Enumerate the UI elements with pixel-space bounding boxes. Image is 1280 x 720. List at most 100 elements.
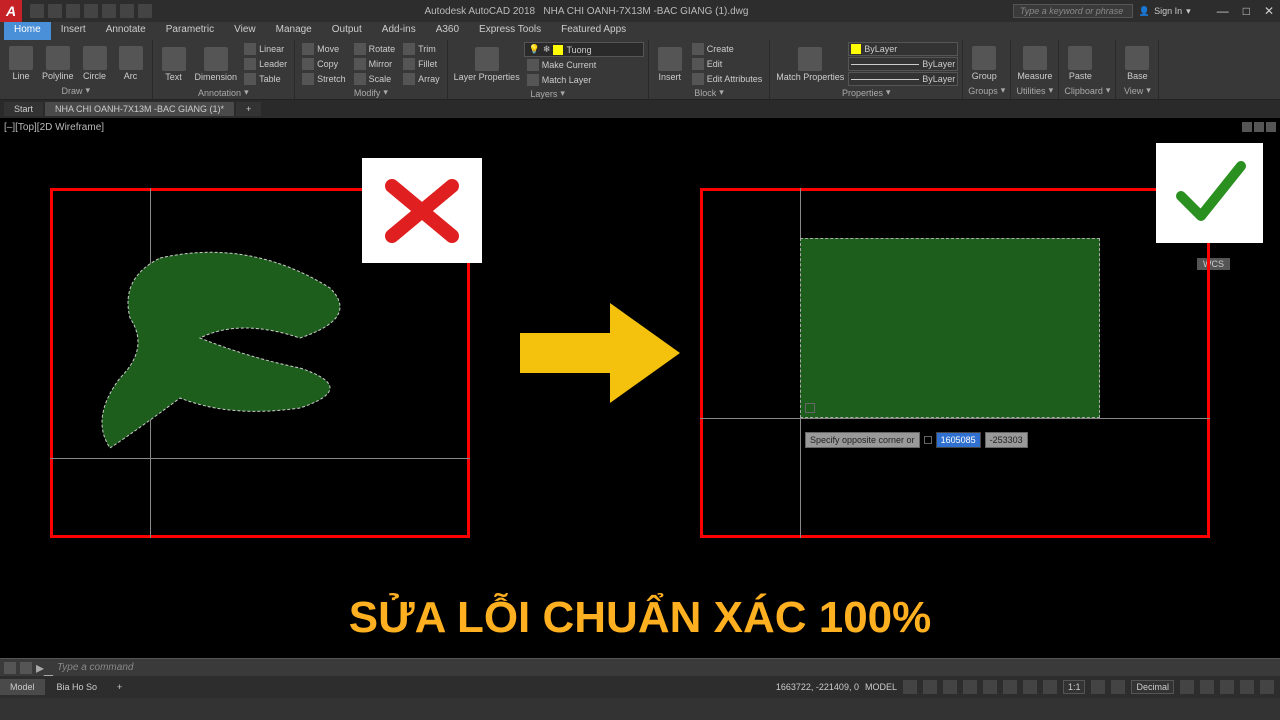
drawing-viewport[interactable]: [–][Top][2D Wireframe] WCS Specify oppos… xyxy=(0,118,1280,658)
help-search-input[interactable]: Type a keyword or phrase xyxy=(1013,4,1133,18)
grid-toggle-icon[interactable] xyxy=(903,680,917,694)
match-layer-button[interactable]: Match Layer xyxy=(524,73,644,87)
edit-attributes-button[interactable]: Edit Attributes xyxy=(689,72,766,86)
tab-a360[interactable]: A360 xyxy=(426,22,469,40)
linear-button[interactable]: Linear xyxy=(241,42,290,56)
cmd-config-icon[interactable] xyxy=(20,662,32,674)
polar-toggle-icon[interactable] xyxy=(963,680,977,694)
app-logo[interactable]: A xyxy=(0,0,22,22)
vp-max-icon[interactable] xyxy=(1254,122,1264,132)
color-dropdown[interactable]: ByLayer xyxy=(848,42,958,56)
add-layout-button[interactable]: + xyxy=(107,679,132,695)
hardware-accel-icon[interactable] xyxy=(1220,680,1234,694)
isolate-icon[interactable] xyxy=(1200,680,1214,694)
qat-open-icon[interactable] xyxy=(48,4,62,18)
command-line[interactable]: ▸_ Type a command xyxy=(0,658,1280,676)
panel-annotation-title[interactable]: Annotation▾ xyxy=(157,86,291,99)
leader-button[interactable]: Leader xyxy=(241,57,290,71)
layer-dropdown[interactable]: 💡❄Tuong xyxy=(524,42,644,57)
insert-button[interactable]: Insert xyxy=(653,45,687,84)
otrack-toggle-icon[interactable] xyxy=(1003,680,1017,694)
panel-utilities-title[interactable]: Utilities▾ xyxy=(1015,84,1054,97)
lwt-toggle-icon[interactable] xyxy=(1023,680,1037,694)
dyn-x-input[interactable]: 1605085 xyxy=(936,432,981,448)
scale-dropdown[interactable]: 1:1 xyxy=(1063,680,1086,694)
circle-button[interactable]: Circle xyxy=(78,44,112,83)
cleanscreen-icon[interactable] xyxy=(1240,680,1254,694)
close-button[interactable]: ✕ xyxy=(1264,4,1274,18)
transparency-toggle-icon[interactable] xyxy=(1043,680,1057,694)
layout-tab[interactable]: Bia Ho So xyxy=(47,679,108,695)
polyline-button[interactable]: Polyline xyxy=(40,44,76,83)
copy-button[interactable]: Copy xyxy=(299,57,349,71)
stretch-button[interactable]: Stretch xyxy=(299,72,349,86)
tab-express[interactable]: Express Tools xyxy=(469,22,551,40)
tab-parametric[interactable]: Parametric xyxy=(156,22,224,40)
panel-layers-title[interactable]: Layers▾ xyxy=(452,87,644,100)
table-button[interactable]: Table xyxy=(241,72,290,86)
file-tab[interactable]: NHA CHI OANH-7X13M -BAC GIANG (1)* xyxy=(45,102,234,116)
qat-undo-icon[interactable] xyxy=(120,4,134,18)
measure-button[interactable]: Measure xyxy=(1015,44,1054,83)
osnap-toggle-icon[interactable] xyxy=(983,680,997,694)
vp-min-icon[interactable] xyxy=(1242,122,1252,132)
qat-plot-icon[interactable] xyxy=(102,4,116,18)
qat-save-icon[interactable] xyxy=(66,4,80,18)
mirror-button[interactable]: Mirror xyxy=(351,57,399,71)
customize-icon[interactable] xyxy=(1260,680,1274,694)
linetype-dropdown[interactable]: ByLayer xyxy=(848,72,958,86)
annoscale-icon[interactable] xyxy=(1091,680,1105,694)
tab-insert[interactable]: Insert xyxy=(51,22,96,40)
tab-home[interactable]: Home xyxy=(4,22,51,40)
quickprops-icon[interactable] xyxy=(1180,680,1194,694)
panel-block-title[interactable]: Block▾ xyxy=(653,86,766,99)
viewport-label[interactable]: [–][Top][2D Wireframe] xyxy=(4,122,104,133)
paste-button[interactable]: Paste xyxy=(1063,44,1097,83)
tab-output[interactable]: Output xyxy=(322,22,372,40)
array-button[interactable]: Array xyxy=(400,72,443,86)
new-tab-button[interactable]: + xyxy=(236,102,261,116)
panel-draw-title[interactable]: Draw▾ xyxy=(4,84,148,97)
model-tab[interactable]: Model xyxy=(0,679,45,695)
tab-annotate[interactable]: Annotate xyxy=(96,22,156,40)
panel-view-title[interactable]: View▾ xyxy=(1120,84,1154,97)
layer-properties-button[interactable]: Layer Properties xyxy=(452,45,522,84)
scale-button[interactable]: Scale xyxy=(351,72,399,86)
tab-view[interactable]: View xyxy=(224,22,266,40)
panel-groups-title[interactable]: Groups▾ xyxy=(967,84,1006,97)
snap-toggle-icon[interactable] xyxy=(923,680,937,694)
fillet-button[interactable]: Fillet xyxy=(400,57,443,71)
coords-readout[interactable]: 1663722, -221409, 0 xyxy=(776,682,859,692)
tab-featured[interactable]: Featured Apps xyxy=(551,22,636,40)
sign-in-button[interactable]: 👤Sign In▾ xyxy=(1139,6,1191,17)
text-button[interactable]: Text xyxy=(157,45,191,84)
make-current-button[interactable]: Make Current xyxy=(524,58,644,72)
trim-button[interactable]: Trim xyxy=(400,42,443,56)
maximize-button[interactable]: □ xyxy=(1243,4,1250,18)
move-button[interactable]: Move xyxy=(299,42,349,56)
group-button[interactable]: Group xyxy=(967,44,1001,83)
workspace-icon[interactable] xyxy=(1111,680,1125,694)
command-input[interactable]: Type a command xyxy=(57,662,1276,673)
dyn-y-input[interactable]: -253303 xyxy=(985,432,1028,448)
vp-close-icon[interactable] xyxy=(1266,122,1276,132)
units-dropdown[interactable]: Decimal xyxy=(1131,680,1174,694)
lineweight-dropdown[interactable]: ByLayer xyxy=(848,57,958,71)
base-button[interactable]: Base xyxy=(1120,44,1154,83)
panel-properties-title[interactable]: Properties▾ xyxy=(774,86,958,99)
match-properties-button[interactable]: Match Properties xyxy=(774,45,846,84)
qat-saveas-icon[interactable] xyxy=(84,4,98,18)
edit-block-button[interactable]: Edit xyxy=(689,57,766,71)
arc-button[interactable]: Arc xyxy=(114,44,148,83)
start-tab[interactable]: Start xyxy=(4,102,43,116)
minimize-button[interactable]: — xyxy=(1217,4,1229,18)
dyn-dropdown-icon[interactable] xyxy=(924,436,932,444)
qat-new-icon[interactable] xyxy=(30,4,44,18)
qat-redo-icon[interactable] xyxy=(138,4,152,18)
tab-manage[interactable]: Manage xyxy=(266,22,322,40)
tab-addins[interactable]: Add-ins xyxy=(372,22,426,40)
cmd-close-icon[interactable] xyxy=(4,662,16,674)
rotate-button[interactable]: Rotate xyxy=(351,42,399,56)
panel-modify-title[interactable]: Modify▾ xyxy=(299,86,443,99)
ortho-toggle-icon[interactable] xyxy=(943,680,957,694)
